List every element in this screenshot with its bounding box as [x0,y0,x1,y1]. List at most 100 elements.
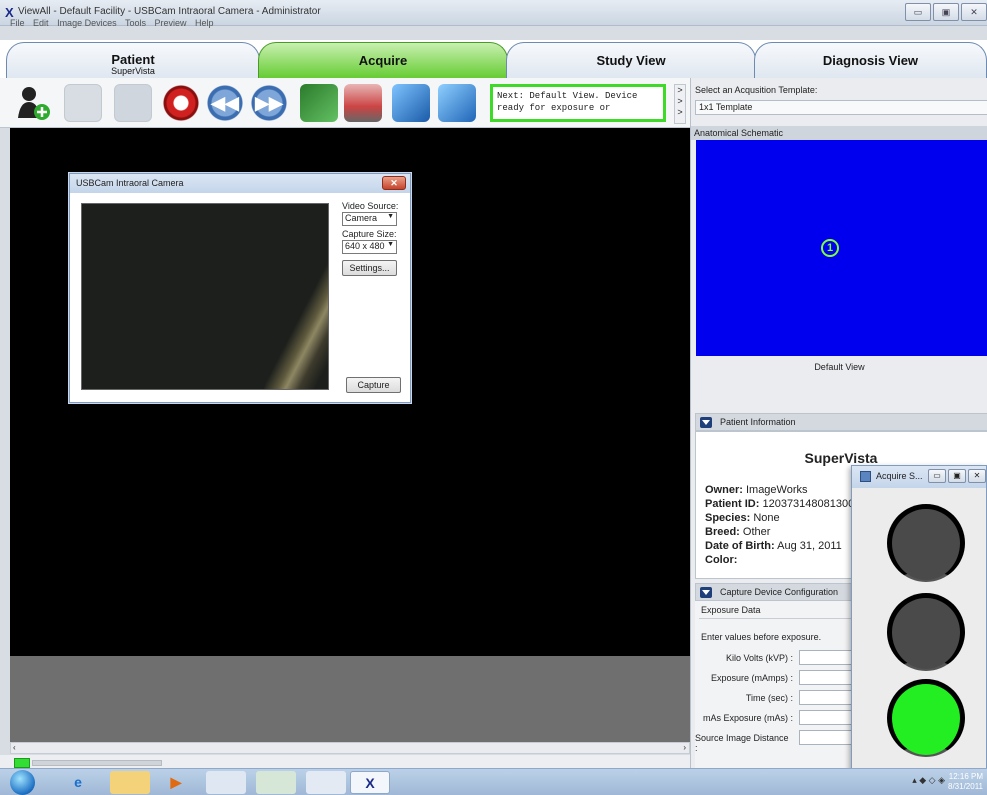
breed-value: Other [742,526,771,538]
patient-info-title: Patient Information [720,417,796,427]
rotate-icon[interactable] [300,84,338,122]
progress-indicator [14,758,30,768]
mirror-left-icon[interactable] [392,84,430,122]
acquire-status-title: Acquire S... [876,471,923,481]
time-input[interactable] [799,690,859,705]
patient-info-header[interactable]: Patient Information [695,413,987,431]
camera-dialog-title: USBCam Intraoral Camera [70,174,410,193]
minimize-button[interactable]: ▭ [928,469,946,483]
clock-date: 8/31/2011 [948,782,983,791]
patient-id-value: 120373148081300 [762,498,855,510]
anatomical-header: Anatomical Schematic [691,126,987,140]
horizontal-scrollbar[interactable]: ‹ › [10,742,690,754]
dob-label: Date of Birth: [705,540,775,552]
scroll-arrow-icon: > [677,96,683,106]
kvp-input[interactable] [799,650,859,665]
tab-diagnosis-view[interactable]: Diagnosis View [754,42,987,78]
progress-track [32,760,162,766]
mas-input[interactable] [799,710,859,725]
view-marker[interactable]: 1 [821,239,839,257]
status-light-ready [887,679,965,757]
stop-icon[interactable] [162,84,200,122]
document-icon[interactable] [114,84,152,122]
scroll-left-icon[interactable]: ‹ [13,743,16,752]
collapse-icon[interactable] [700,417,712,428]
mirror-right-icon[interactable] [438,84,476,122]
capture-size-label: Capture Size: [342,229,397,239]
menu-tools[interactable]: Tools [125,18,146,28]
anatomical-schematic[interactable]: 1 [696,140,987,356]
paint-icon[interactable] [206,771,246,794]
capture-button[interactable]: Capture [346,377,401,393]
menu-help[interactable]: Help [195,18,214,28]
video-source-label: Video Source: [342,201,399,211]
screen: { "window": { "title": "ViewAll - Defaul… [0,0,987,795]
ie-icon[interactable]: e [58,771,98,794]
chevron-down-icon: ▼ [387,241,394,248]
app-icon[interactable] [306,771,346,794]
close-icon[interactable]: ✕ [382,176,406,190]
mamps-input[interactable] [799,670,859,685]
scroll-arrow-icon: > [677,85,683,95]
tab-study-view[interactable]: Study View [506,42,756,78]
species-value: None [753,512,780,524]
rewind-icon[interactable]: ◀◀ [206,84,244,122]
menu-edit[interactable]: Edit [33,18,49,28]
close-button[interactable]: ✕ [961,3,987,21]
minimize-button[interactable]: ▭ [905,3,931,21]
preview-glare [262,224,328,389]
owner-label: Owner: [705,484,743,496]
capture-config-title: Capture Device Configuration [720,587,839,597]
sid-input[interactable] [799,730,859,745]
capture-size-select[interactable]: 640 x 480 ▼ [342,240,397,254]
java-icon [860,471,871,482]
patient-id-label: Patient ID: [705,498,760,510]
dob-value: Aug 31, 2011 [777,540,842,552]
start-button[interactable] [10,770,35,795]
scroll-right-icon[interactable]: › [683,743,686,752]
video-source-select[interactable]: Camera ▼ [342,212,397,226]
message-scroll[interactable]: > > > [674,84,686,124]
chevron-down-icon: ▼ [387,213,394,220]
taskbar: e ▶ X ▴ ◆ ◇ ◈ 12:16 PM 8/31/2011 [0,768,987,795]
document-icon[interactable] [64,84,102,122]
collapse-icon[interactable] [700,587,712,598]
system-tray[interactable]: ▴ ◆ ◇ ◈ [912,775,945,786]
camera-dialog: USBCam Intraoral Camera ✕ Video Source: … [69,173,411,403]
maximize-button[interactable]: ▣ [933,3,959,21]
maximize-button[interactable]: ▣ [948,469,966,483]
menu-preview[interactable]: Preview [154,18,186,28]
acquire-status-title-bar: Acquire S... ▭ ▣ ✕ [852,466,986,488]
time-label: Time (sec) : [745,693,793,703]
color-label: Color: [705,554,738,566]
acquire-window-controls: ▭ ▣ ✕ [926,469,986,483]
explorer-icon[interactable] [110,771,150,794]
media-icon[interactable]: ▶ [156,771,196,794]
close-button[interactable]: ✕ [968,469,986,483]
template-label: Select an Acqusition Template: [695,85,818,95]
capture-size-value: 640 x 480 [345,241,385,251]
mamps-label: Exposure (mAmps) : [710,673,793,683]
viewall-icon[interactable]: X [350,771,390,794]
fast-forward-icon[interactable]: ▶▶ [250,84,288,122]
tab-acquire[interactable]: Acquire [258,42,508,78]
patient-details: Owner: ImageWorks Patient ID: 1203731480… [705,483,854,567]
clock[interactable]: 12:16 PM 8/31/2011 [948,772,983,792]
settings-button[interactable]: Settings... [342,260,397,276]
xray-sensor-icon[interactable] [344,84,382,122]
tab-patient-label: Patient [111,52,155,67]
tab-diagnosis-view-label: Diagnosis View [822,53,919,68]
menu-image-devices[interactable]: Image Devices [57,18,117,28]
add-patient-icon-graphic [18,87,50,120]
thumbnail-strip [10,656,690,742]
add-patient-icon[interactable] [14,84,52,122]
menu-file[interactable]: File [10,18,25,28]
tab-patient[interactable]: Patient SuperVista [6,42,260,78]
video-source-value: Camera [345,213,378,223]
template-select[interactable]: 1x1 Template [695,100,987,115]
clock-time: 12:16 PM [948,772,983,781]
scroll-arrow-icon: > [677,107,683,117]
network-icon[interactable] [256,771,296,794]
kvp-label: Kilo Volts (kVP) : [725,653,793,663]
species-label: Species: [705,512,751,524]
